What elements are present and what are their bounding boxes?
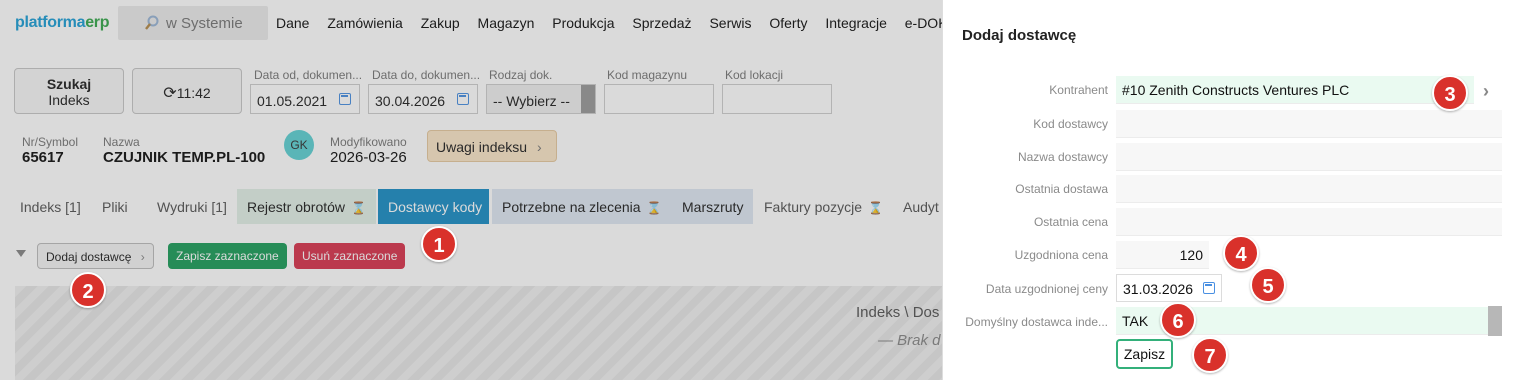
step-marker-1: 1 [421,226,457,262]
background-page: platformaerp w Systemie Dane Zamówienia … [0,0,942,380]
last-price-field [1116,208,1502,236]
drawer-title: Dodaj dostawcę [962,27,1077,44]
agreed-price-label: Uzgodniona cena [1014,248,1108,262]
last-delivery-field [1116,175,1502,203]
step-marker-6: 6 [1160,302,1196,338]
supplier-name-field[interactable] [1116,143,1502,171]
step-marker-4: 4 [1223,235,1259,271]
agreed-price-date-field[interactable]: 31.03.2026 [1116,274,1222,302]
supplier-code-field[interactable] [1116,110,1502,138]
step-marker-5: 5 [1250,267,1286,303]
supplier-code-label: Kod dostawcy [1033,117,1108,131]
supplier-name-label: Nazwa dostawcy [1017,150,1108,164]
calendar-icon[interactable] [1203,282,1215,294]
chevron-right-icon[interactable]: › [1483,81,1499,101]
agreed-price-field[interactable]: 120 [1116,241,1209,269]
contractor-label: Kontrahent [1049,83,1108,97]
default-supplier-label: Domyślny dostawca inde... [965,315,1108,329]
last-delivery-label: Ostatnia dostawa [1015,182,1108,196]
step-marker-2: 2 [70,272,106,308]
step-marker-3: 3 [1432,75,1468,111]
modal-overlay[interactable] [0,0,942,380]
add-supplier-drawer: Dodaj dostawcę Kontrahent #10 Zenith Con… [942,0,1514,380]
select-scrollbar[interactable] [1488,306,1502,336]
last-price-label: Ostatnia cena [1033,215,1108,229]
contractor-field[interactable]: #10 Zenith Constructs Ventures PLC [1116,76,1474,104]
step-marker-7: 7 [1192,337,1228,373]
agreed-price-date-label: Data uzgodnionej ceny [985,282,1108,296]
save-button[interactable]: Zapisz [1116,339,1173,369]
